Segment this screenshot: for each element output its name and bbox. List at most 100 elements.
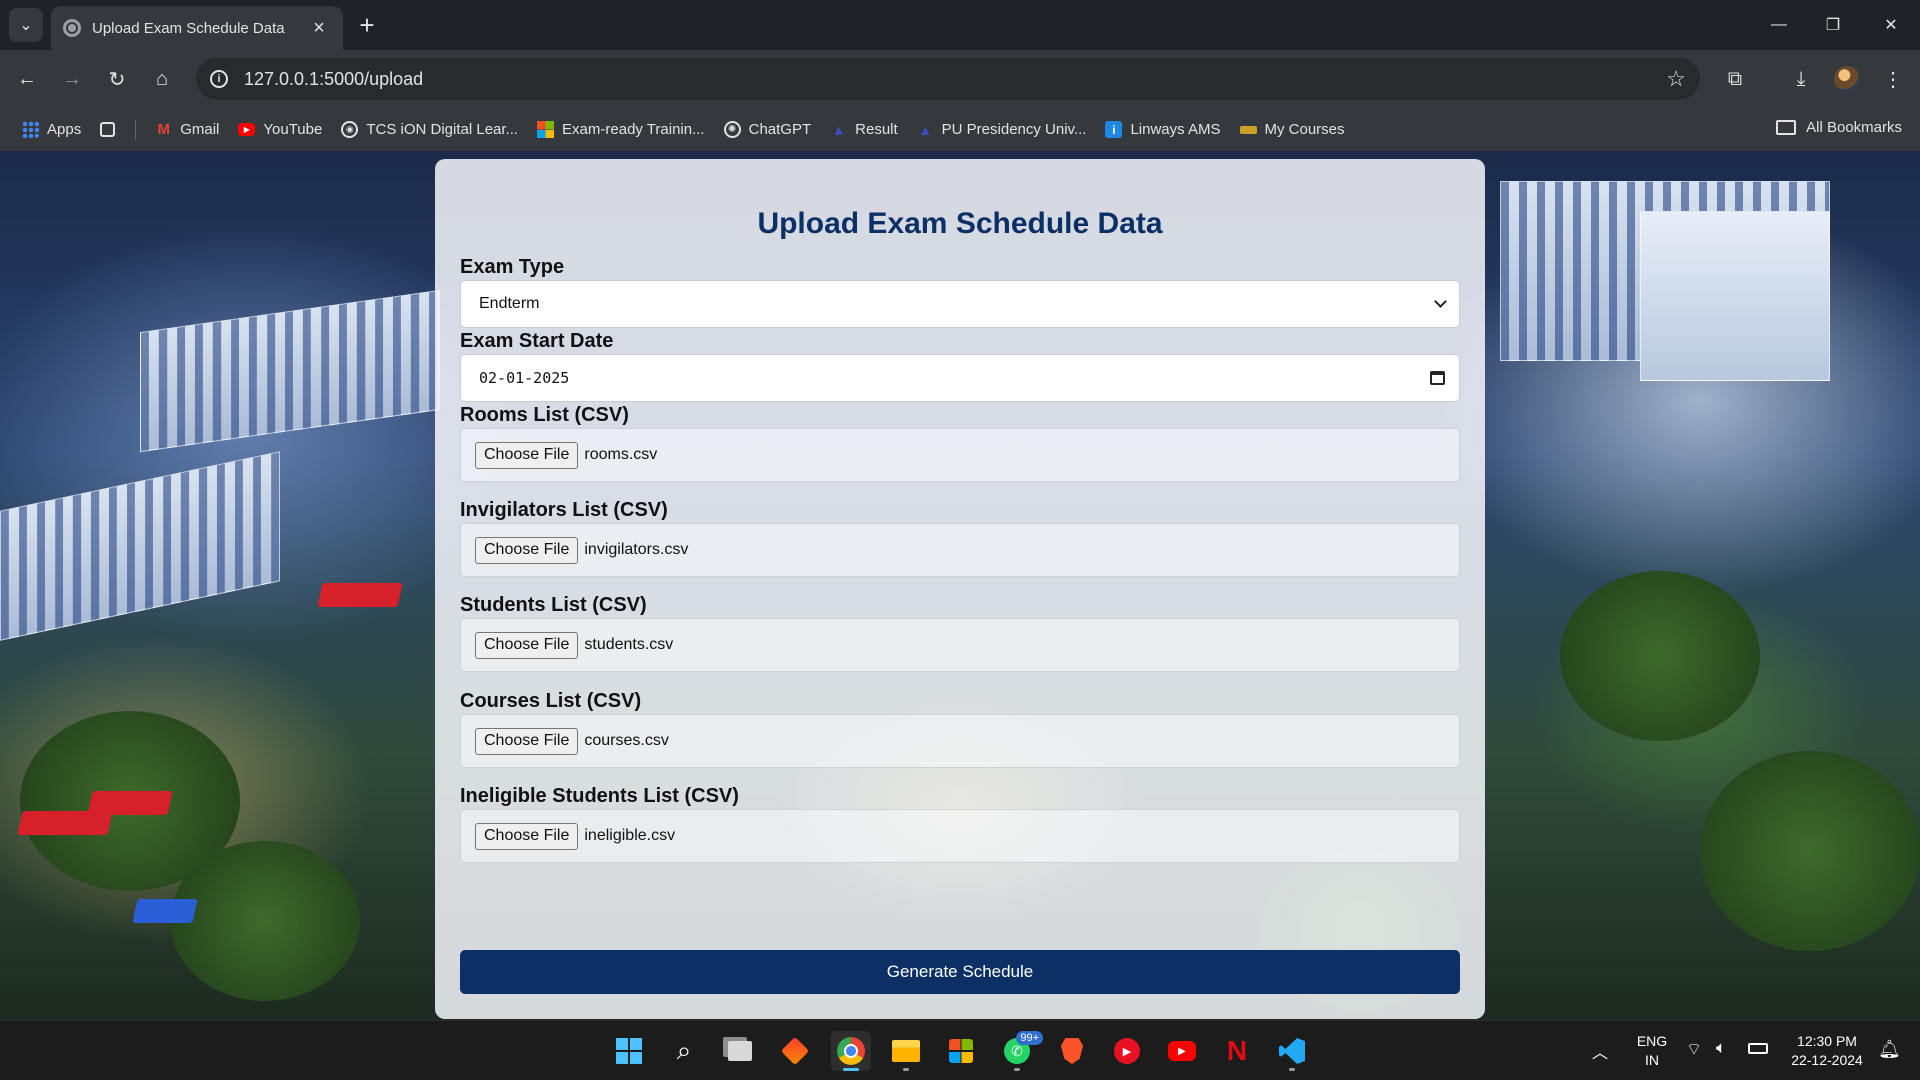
tab-search-button[interactable]: ⌄ (9, 8, 43, 42)
search-button[interactable]: ⌕ (664, 1031, 704, 1071)
close-window-button[interactable]: ✕ (1868, 8, 1914, 42)
volume-icon[interactable]: 🔈︎ (1716, 1038, 1726, 1058)
ineligible-students-file-input[interactable]: Choose File ineligible.csv (460, 809, 1460, 863)
arrow-left-icon: ← (17, 67, 37, 90)
language-indicator[interactable]: ENG IN (1634, 1032, 1670, 1070)
choose-file-button[interactable]: Choose File (475, 727, 579, 755)
arrow-right-icon: → (62, 67, 82, 90)
extensions-button[interactable]: ⧉ (1718, 62, 1752, 96)
address-bar[interactable]: i 127.0.0.1:5000/upload ☆ (196, 58, 1700, 100)
courses-icon (1239, 125, 1257, 134)
calendar-icon[interactable] (1430, 371, 1445, 385)
exam-type-select[interactable]: Endterm (460, 280, 1460, 328)
taskbar-chrome[interactable] (831, 1031, 871, 1071)
vscode-icon (1279, 1038, 1305, 1064)
choose-file-button[interactable]: Choose File (475, 441, 579, 469)
background-tree (170, 841, 360, 1001)
taskbar-vscode[interactable] (1272, 1031, 1312, 1071)
bookmark-exam-ready[interactable]: Exam-ready Trainin... (537, 121, 705, 138)
site-info-button[interactable]: i (204, 64, 234, 94)
bookmark-youtube[interactable]: ▶ YouTube (238, 121, 322, 138)
profile-avatar[interactable] (1834, 66, 1860, 92)
rooms-list-label: Rooms List (CSV) (460, 404, 629, 426)
back-button[interactable]: ← (10, 62, 44, 96)
reload-icon: ↻ (108, 68, 126, 91)
menu-button[interactable]: ⋮ (1876, 62, 1910, 96)
bookmark-tcs-ion[interactable]: ◉ TCS iON Digital Lear... (341, 121, 518, 138)
info-icon: i (210, 70, 228, 88)
notifications-icon[interactable]: 🔔︎ (1878, 1039, 1901, 1060)
file-name: invigilators.csv (584, 541, 689, 558)
apps-grid-icon (22, 121, 39, 138)
url-text[interactable]: 127.0.0.1:5000/upload (244, 69, 1666, 90)
home-button[interactable]: ⌂ (145, 62, 179, 96)
file-name: rooms.csv (584, 446, 658, 463)
running-indicator (903, 1068, 909, 1071)
tcs-ion-icon: ◉ (341, 121, 359, 138)
choose-file-button[interactable]: Choose File (475, 631, 579, 659)
tab-active[interactable]: Upload Exam Schedule Data × (51, 6, 343, 50)
grid-icon (100, 122, 116, 137)
brave-icon (1061, 1038, 1083, 1064)
active-indicator (843, 1068, 859, 1071)
task-view-button[interactable] (720, 1031, 760, 1071)
minimize-button[interactable]: — (1756, 8, 1802, 42)
students-list-label: Students List (CSV) (460, 594, 647, 616)
generate-schedule-button[interactable]: Generate Schedule (460, 950, 1460, 994)
exam-type-label: Exam Type (460, 256, 565, 278)
tab-groups-button[interactable] (100, 122, 123, 137)
wifi-icon[interactable]: ⌔ (1686, 1039, 1702, 1060)
bookmark-pu-presidency[interactable]: ▲ PU Presidency Univ... (917, 121, 1086, 138)
taskbar-netflix[interactable]: N (1217, 1031, 1257, 1071)
taskbar-app-red-diamond[interactable] (775, 1031, 815, 1071)
choose-file-button[interactable]: Choose File (475, 536, 579, 564)
taskbar-microsoft-store[interactable] (941, 1031, 981, 1071)
restore-button[interactable]: ❐ (1810, 8, 1856, 42)
bookmark-my-courses[interactable]: My Courses (1239, 121, 1345, 138)
battery-icon[interactable] (1748, 1043, 1768, 1054)
reload-button[interactable]: ↻ (100, 62, 134, 96)
more-vert-icon: ⋮ (1883, 68, 1903, 91)
bookmark-result[interactable]: ▲ Result (830, 121, 898, 138)
taskbar-brave[interactable] (1052, 1031, 1092, 1071)
taskbar-media-player[interactable]: ▶ (1107, 1031, 1147, 1071)
notification-badge: 99+ (1016, 1031, 1043, 1045)
choose-file-button[interactable]: Choose File (475, 822, 579, 850)
chevron-up-icon[interactable]: ︿ (1592, 1039, 1608, 1063)
bookmark-star-icon[interactable]: ☆ (1666, 66, 1686, 92)
students-file-input[interactable]: Choose File students.csv (460, 618, 1460, 672)
forward-button[interactable]: → (55, 62, 89, 96)
chatgpt-icon: ✺ (723, 121, 741, 138)
exam-start-date-input[interactable]: 02-01-2025 (460, 354, 1460, 402)
bookmark-linways[interactable]: i Linways AMS (1105, 121, 1221, 138)
bookmark-apps[interactable]: Apps (22, 121, 81, 138)
downloads-button[interactable]: ⤓ (1784, 62, 1818, 96)
home-icon: ⌂ (155, 67, 169, 90)
new-tab-button[interactable]: + (352, 10, 382, 40)
bookmark-gmail[interactable]: M Gmail (155, 121, 219, 138)
folder-icon (1776, 120, 1797, 135)
puzzle-icon: ⧉ (1727, 67, 1743, 90)
taskbar-whatsapp[interactable]: ✆ 99+ (997, 1031, 1043, 1071)
start-button[interactable] (609, 1031, 649, 1071)
background-tent (87, 791, 173, 815)
media-player-icon: ▶ (1114, 1038, 1140, 1064)
chevron-down-icon (1434, 295, 1447, 308)
all-bookmarks-button[interactable]: All Bookmarks (1776, 119, 1902, 136)
gmail-icon: M (157, 121, 170, 138)
taskbar-file-explorer[interactable] (886, 1031, 926, 1071)
netflix-icon: N (1226, 1035, 1248, 1066)
taskbar-youtube[interactable]: ▶ (1162, 1031, 1202, 1071)
close-tab-icon[interactable]: × (307, 17, 331, 40)
bookmark-chatgpt[interactable]: ✺ ChatGPT (723, 121, 811, 138)
invigilators-file-input[interactable]: Choose File invigilators.csv (460, 523, 1460, 577)
courses-file-input[interactable]: Choose File courses.csv (460, 714, 1460, 768)
background-tree (1560, 571, 1760, 741)
youtube-icon: ▶ (1168, 1041, 1196, 1061)
bookmark-separator (135, 119, 137, 140)
pu-icon: ▲ (918, 121, 933, 138)
rooms-file-input[interactable]: Choose File rooms.csv (460, 428, 1460, 482)
clock[interactable]: 12:30 PM 22-12-2024 (1782, 1032, 1872, 1070)
background-building (140, 289, 440, 453)
date-text: 22-12-2024 (1791, 1052, 1863, 1068)
